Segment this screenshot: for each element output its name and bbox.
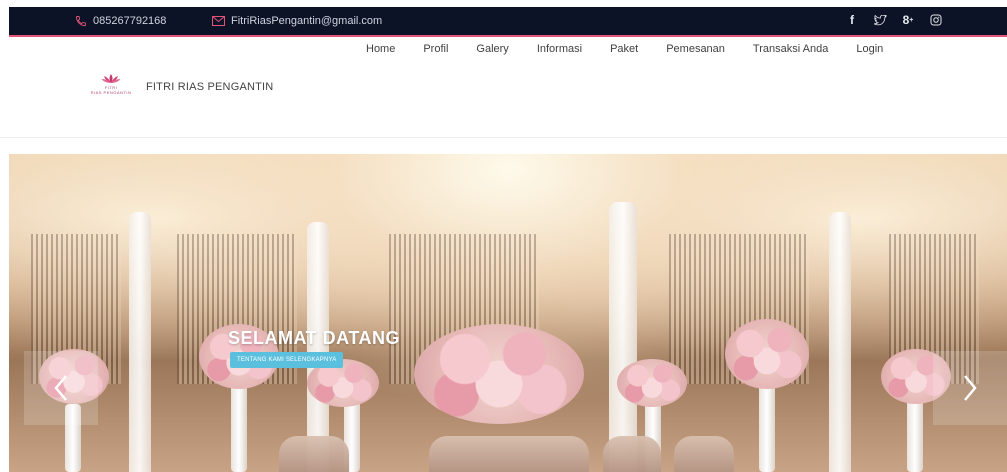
instagram-icon[interactable]	[929, 13, 943, 27]
logo-subtext: RIAS PENGANTIN	[90, 90, 132, 95]
email-address: FitriRiasPengantin@gmail.com	[231, 15, 383, 27]
decor-flowers	[617, 359, 687, 407]
decor-tree	[829, 212, 851, 472]
site-header: Home Profil Galery Informasi Paket Pemes…	[0, 37, 1007, 138]
slider-next-button[interactable]	[933, 351, 1007, 425]
email-contact[interactable]: FitriRiasPengantin@gmail.com	[212, 15, 382, 27]
decor-vase	[231, 384, 247, 472]
brand[interactable]: FITRI RIAS PENGANTIN FITRI RIAS PENGANTI…	[90, 73, 273, 101]
decor-chair	[279, 436, 349, 472]
decor-vase	[907, 399, 923, 472]
decor-flowers	[725, 319, 809, 389]
top-bar: 085267792168 FitriRiasPengantin@gmail.co…	[9, 7, 1007, 37]
phone-number: 085267792168	[93, 15, 167, 27]
logo: FITRI RIAS PENGANTIN	[90, 73, 132, 101]
nav-item-transaksi[interactable]: Transaksi Anda	[739, 43, 842, 55]
twitter-icon[interactable]	[873, 13, 887, 27]
hero-slider: SELAMAT DATANG TENTANG KAMI SELENGKAPNYA	[9, 154, 1007, 472]
nav-item-pemesanan[interactable]: Pemesanan	[652, 43, 739, 55]
slider-prev-button[interactable]	[24, 351, 98, 425]
phone-contact[interactable]: 085267792168	[75, 15, 166, 27]
decor-chair	[674, 436, 734, 472]
page: 085267792168 FitriRiasPengantin@gmail.co…	[0, 0, 1007, 472]
decor-flowers	[414, 324, 584, 424]
decor-sofa	[429, 436, 589, 472]
google-plus-icon[interactable]: 8 +	[901, 13, 915, 27]
main-nav: Home Profil Galery Informasi Paket Pemes…	[352, 43, 897, 55]
hero-title: SELAMAT DATANG	[228, 328, 400, 348]
decor-vase	[759, 379, 775, 472]
nav-item-profil[interactable]: Profil	[409, 43, 462, 55]
decor-tree	[609, 202, 637, 472]
brand-name: FITRI RIAS PENGANTIN	[146, 81, 274, 93]
mail-icon	[212, 16, 225, 26]
chevron-left-icon	[54, 375, 67, 401]
nav-item-paket[interactable]: Paket	[596, 43, 652, 55]
social-links: f 8 +	[845, 13, 943, 27]
lotus-icon	[101, 74, 121, 83]
chevron-right-icon	[964, 375, 977, 401]
nav-item-home[interactable]: Home	[352, 43, 409, 55]
phone-icon	[75, 15, 87, 27]
facebook-icon[interactable]: f	[845, 13, 859, 27]
nav-item-informasi[interactable]: Informasi	[523, 43, 596, 55]
decor-chair	[603, 436, 661, 472]
nav-item-galery[interactable]: Galery	[462, 43, 522, 55]
decor-tree	[129, 212, 151, 472]
nav-item-login[interactable]: Login	[842, 43, 897, 55]
about-us-button[interactable]: TENTANG KAMI SELENGKAPNYA	[230, 352, 344, 368]
